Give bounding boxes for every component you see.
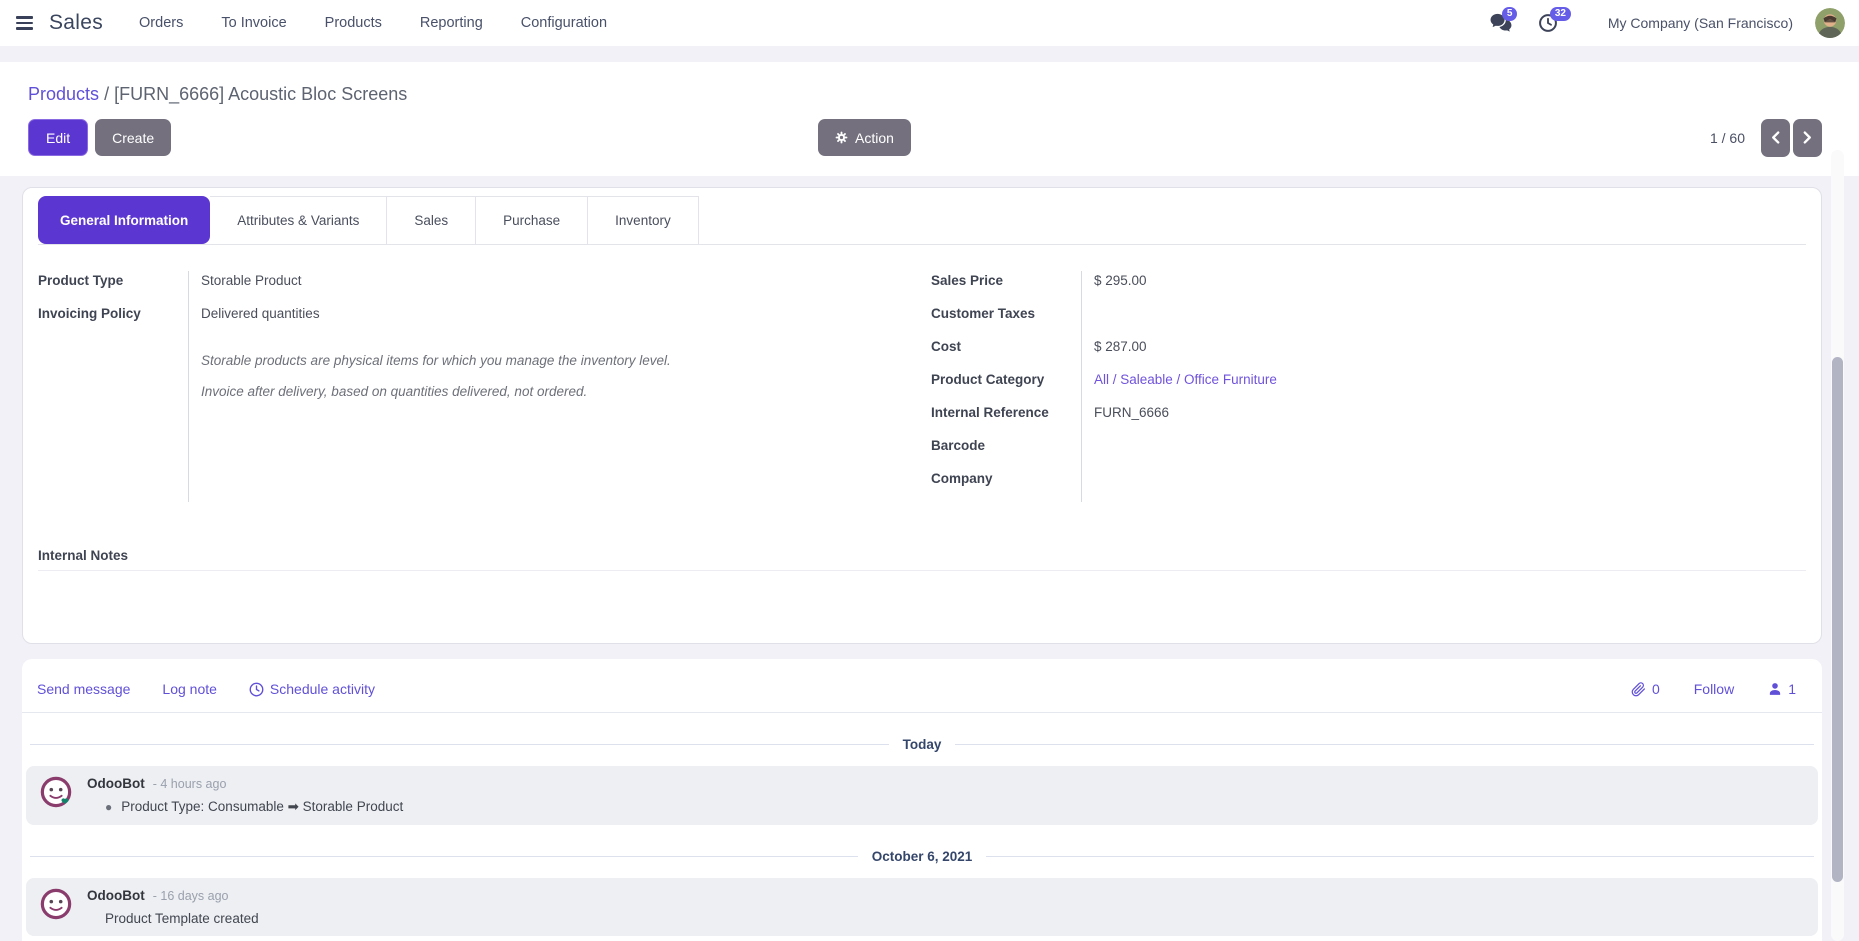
breadcrumb-current: [FURN_6666] Acoustic Bloc Screens <box>114 84 407 104</box>
scrollbar-thumb[interactable] <box>1832 357 1843 882</box>
odoobot-avatar <box>40 888 72 926</box>
field-value-cost: $ 287.00 <box>1094 337 1806 370</box>
field-value-sales-price: $ 295.00 <box>1094 271 1806 304</box>
chatter: Send message Log note Schedule activity … <box>22 659 1822 941</box>
nav-item-to-invoice[interactable]: To Invoice <box>221 15 286 31</box>
message-timestamp: - 4 hours ago <box>153 777 227 791</box>
message-author: OdooBot <box>87 888 145 903</box>
nav-item-configuration[interactable]: Configuration <box>521 15 607 31</box>
field-value-product-category-link[interactable]: All / Saleable / Office Furniture <box>1094 370 1806 403</box>
chatter-toolbar: Send message Log note Schedule activity … <box>22 659 1822 713</box>
bullet-icon: ● <box>105 800 112 814</box>
tab-inventory[interactable]: Inventory <box>588 196 699 244</box>
field-label-company: Company <box>931 469 1081 502</box>
internal-notes-label: Internal Notes <box>38 548 1806 571</box>
field-value-company <box>1094 469 1806 502</box>
product-form-sheet: General Information Attributes & Variant… <box>22 187 1822 644</box>
message-timestamp: - 16 days ago <box>153 889 229 903</box>
nav-left: Sales Orders To Invoice Products Reporti… <box>16 11 645 35</box>
field-label-cost: Cost <box>931 337 1081 370</box>
top-navbar: Sales Orders To Invoice Products Reporti… <box>0 0 1859 46</box>
create-button[interactable]: Create <box>95 119 171 156</box>
internal-notes-section: Internal Notes <box>38 548 1806 571</box>
vertical-scrollbar[interactable] <box>1831 150 1844 941</box>
date-divider-label: October 6, 2021 <box>872 849 973 864</box>
followers-button[interactable]: 1 <box>1768 681 1796 697</box>
control-panel: Products / [FURN_6666] Acoustic Bloc Scr… <box>0 62 1859 176</box>
form-left-group: Product Type Invoicing Policy Storable P… <box>38 271 913 502</box>
nav-item-reporting[interactable]: Reporting <box>420 15 483 31</box>
field-label-product-category: Product Category <box>931 370 1081 403</box>
message-body-text: Product Template created <box>105 911 259 926</box>
message-author: OdooBot <box>87 776 145 791</box>
chatter-message[interactable]: OdooBot - 4 hours ago ● Product Type: Co… <box>26 766 1818 825</box>
paperclip-icon <box>1631 682 1646 697</box>
date-divider-today: Today <box>30 737 1814 752</box>
edit-button[interactable]: Edit <box>28 119 88 156</box>
breadcrumb-products-link[interactable]: Products <box>28 84 99 104</box>
product-type-help-text: Storable products are physical items for… <box>201 353 913 368</box>
field-label-internal-reference: Internal Reference <box>931 403 1081 436</box>
date-divider-october: October 6, 2021 <box>30 849 1814 864</box>
send-message-button[interactable]: Send message <box>37 681 130 697</box>
tab-attributes-variants[interactable]: Attributes & Variants <box>210 196 387 244</box>
breadcrumb-separator: / <box>104 84 109 104</box>
chevron-right-icon <box>1803 131 1812 144</box>
pager-next-button[interactable] <box>1793 119 1822 157</box>
button-row: Edit Create Action 1 / 60 <box>28 119 1822 156</box>
general-information-panel: Product Type Invoicing Policy Storable P… <box>23 245 1821 502</box>
pager-previous-button[interactable] <box>1761 119 1790 157</box>
hamburger-icon[interactable] <box>16 16 33 29</box>
field-value-barcode <box>1094 436 1806 469</box>
follow-button[interactable]: Follow <box>1694 681 1734 697</box>
field-label-invoicing-policy: Invoicing Policy <box>38 304 188 337</box>
pager-count: 1 / 60 <box>1710 130 1745 146</box>
messages-menu[interactable]: 5 <box>1490 13 1512 33</box>
field-label-customer-taxes: Customer Taxes <box>931 304 1081 337</box>
form-right-group: Sales Price Customer Taxes Cost Product … <box>931 271 1806 502</box>
pager: 1 / 60 <box>1710 119 1822 157</box>
nav-right: 5 32 My Company (San Francisco) <box>1490 8 1845 38</box>
attachments-button[interactable]: 0 <box>1631 681 1660 697</box>
odoobot-avatar <box>40 776 72 815</box>
attachments-count: 0 <box>1652 681 1660 697</box>
field-value-invoicing-policy: Delivered quantities <box>201 304 913 337</box>
nav-item-products[interactable]: Products <box>325 15 382 31</box>
nav-item-orders[interactable]: Orders <box>139 15 183 31</box>
field-value-product-type: Storable Product <box>201 271 913 304</box>
messages-count-badge: 5 <box>1502 7 1518 21</box>
invoicing-policy-help-text: Invoice after delivery, based on quantit… <box>201 384 913 399</box>
action-button-label: Action <box>855 130 894 146</box>
app-brand[interactable]: Sales <box>49 11 103 35</box>
breadcrumb: Products / [FURN_6666] Acoustic Bloc Scr… <box>28 82 1822 106</box>
field-label-barcode: Barcode <box>931 436 1081 469</box>
tab-sales[interactable]: Sales <box>387 196 476 244</box>
notebook-tabs: General Information Attributes & Variant… <box>38 196 1806 245</box>
schedule-activity-label: Schedule activity <box>270 681 375 697</box>
clock-icon <box>249 682 264 697</box>
tab-purchase[interactable]: Purchase <box>476 196 588 244</box>
chatter-message[interactable]: OdooBot - 16 days ago Product Template c… <box>26 878 1818 936</box>
date-divider-label: Today <box>903 737 942 752</box>
person-icon <box>1768 682 1782 696</box>
field-label-sales-price: Sales Price <box>931 271 1081 304</box>
message-body-text: Product Type: Consumable ➡ Storable Prod… <box>121 799 403 815</box>
chevron-left-icon <box>1771 131 1780 144</box>
activities-menu[interactable]: 32 <box>1538 13 1558 33</box>
action-button[interactable]: Action <box>818 119 911 156</box>
activities-count-badge: 32 <box>1550 7 1571 21</box>
tab-general-information[interactable]: General Information <box>38 196 210 244</box>
field-label-product-type: Product Type <box>38 271 188 304</box>
user-avatar[interactable] <box>1815 8 1845 38</box>
field-value-customer-taxes <box>1094 304 1806 337</box>
gear-icon <box>835 131 848 144</box>
company-switcher[interactable]: My Company (San Francisco) <box>1608 15 1793 31</box>
schedule-activity-button[interactable]: Schedule activity <box>249 681 375 697</box>
followers-count: 1 <box>1788 681 1796 697</box>
log-note-button[interactable]: Log note <box>162 681 217 697</box>
field-value-internal-reference: FURN_6666 <box>1094 403 1806 436</box>
